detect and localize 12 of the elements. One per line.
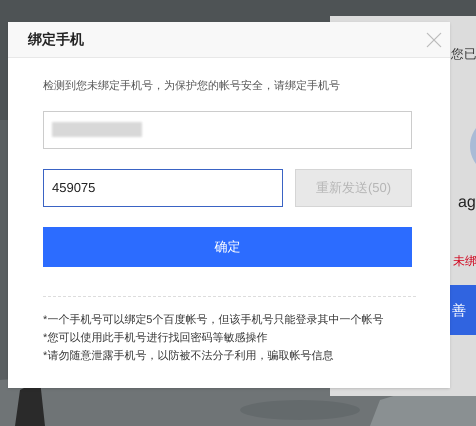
dialog-title: 绑定手机: [28, 30, 84, 49]
greeting-text: 您已: [451, 46, 476, 63]
note-text: *请勿随意泄露手机号，以防被不法分子利用，骗取帐号信息: [43, 348, 334, 364]
confirm-button[interactable]: 确定: [43, 226, 412, 266]
note-text: *您可以使用此手机号进行找回密码等敏感操作: [43, 330, 268, 346]
note-text: *一个手机号可以绑定5个百度帐号，但该手机号只能登录其中一个帐号: [43, 312, 384, 328]
close-icon[interactable]: [426, 32, 442, 48]
instruction-text: 检测到您未绑定手机号，为保护您的帐号安全，请绑定手机号: [43, 78, 341, 94]
phone-input-field[interactable]: [43, 110, 412, 148]
username-text: ag: [458, 193, 476, 213]
code-input-field[interactable]: 459075: [43, 168, 283, 206]
complete-info-button[interactable]: 善: [450, 285, 476, 335]
